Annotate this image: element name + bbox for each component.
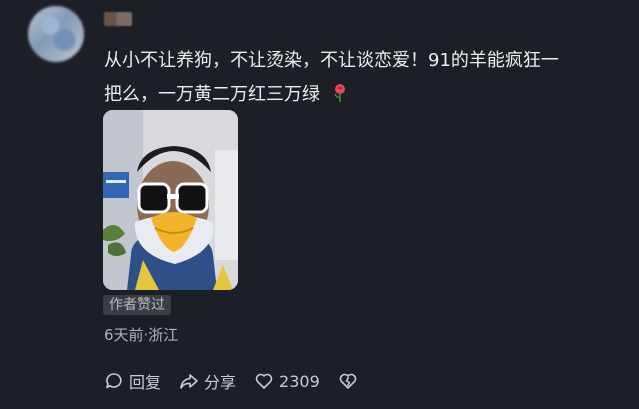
photo-image (103, 110, 238, 290)
username-redacted[interactable] (104, 12, 132, 26)
avatar[interactable] (28, 6, 84, 62)
like-count: 2309 (279, 371, 320, 391)
comment-text-line2: 把么，一万黄二万红三万绿 (104, 84, 320, 105)
comment-meta: 6天前·浙江 (104, 326, 179, 344)
share-label: 分享 (204, 373, 237, 392)
comment-actions: 回复 分享 2309 (104, 368, 363, 394)
dislike-button[interactable] (338, 371, 363, 391)
rose-icon (334, 84, 345, 102)
comment-text-line1: 从小不让养狗，不让烫染，不让谈恋爱！91的羊能疯狂一 (104, 50, 559, 71)
heart-icon (255, 373, 273, 389)
author-liked-badge: 作者赞过 (103, 295, 171, 315)
share-arrow-icon (180, 374, 198, 389)
broken-heart-icon (339, 373, 357, 389)
comment-bubble-icon (106, 373, 122, 389)
comment-text: 从小不让养狗，不让烫染，不让谈恋爱！91的羊能疯狂一 把么，一万黄二万红三万绿 (104, 44, 624, 112)
like-button[interactable]: 2309 (254, 371, 320, 391)
reply-label: 回复 (129, 373, 162, 392)
attached-photo[interactable] (103, 110, 238, 290)
reply-button[interactable]: 回复 (104, 369, 161, 393)
share-button[interactable]: 分享 (179, 369, 236, 393)
